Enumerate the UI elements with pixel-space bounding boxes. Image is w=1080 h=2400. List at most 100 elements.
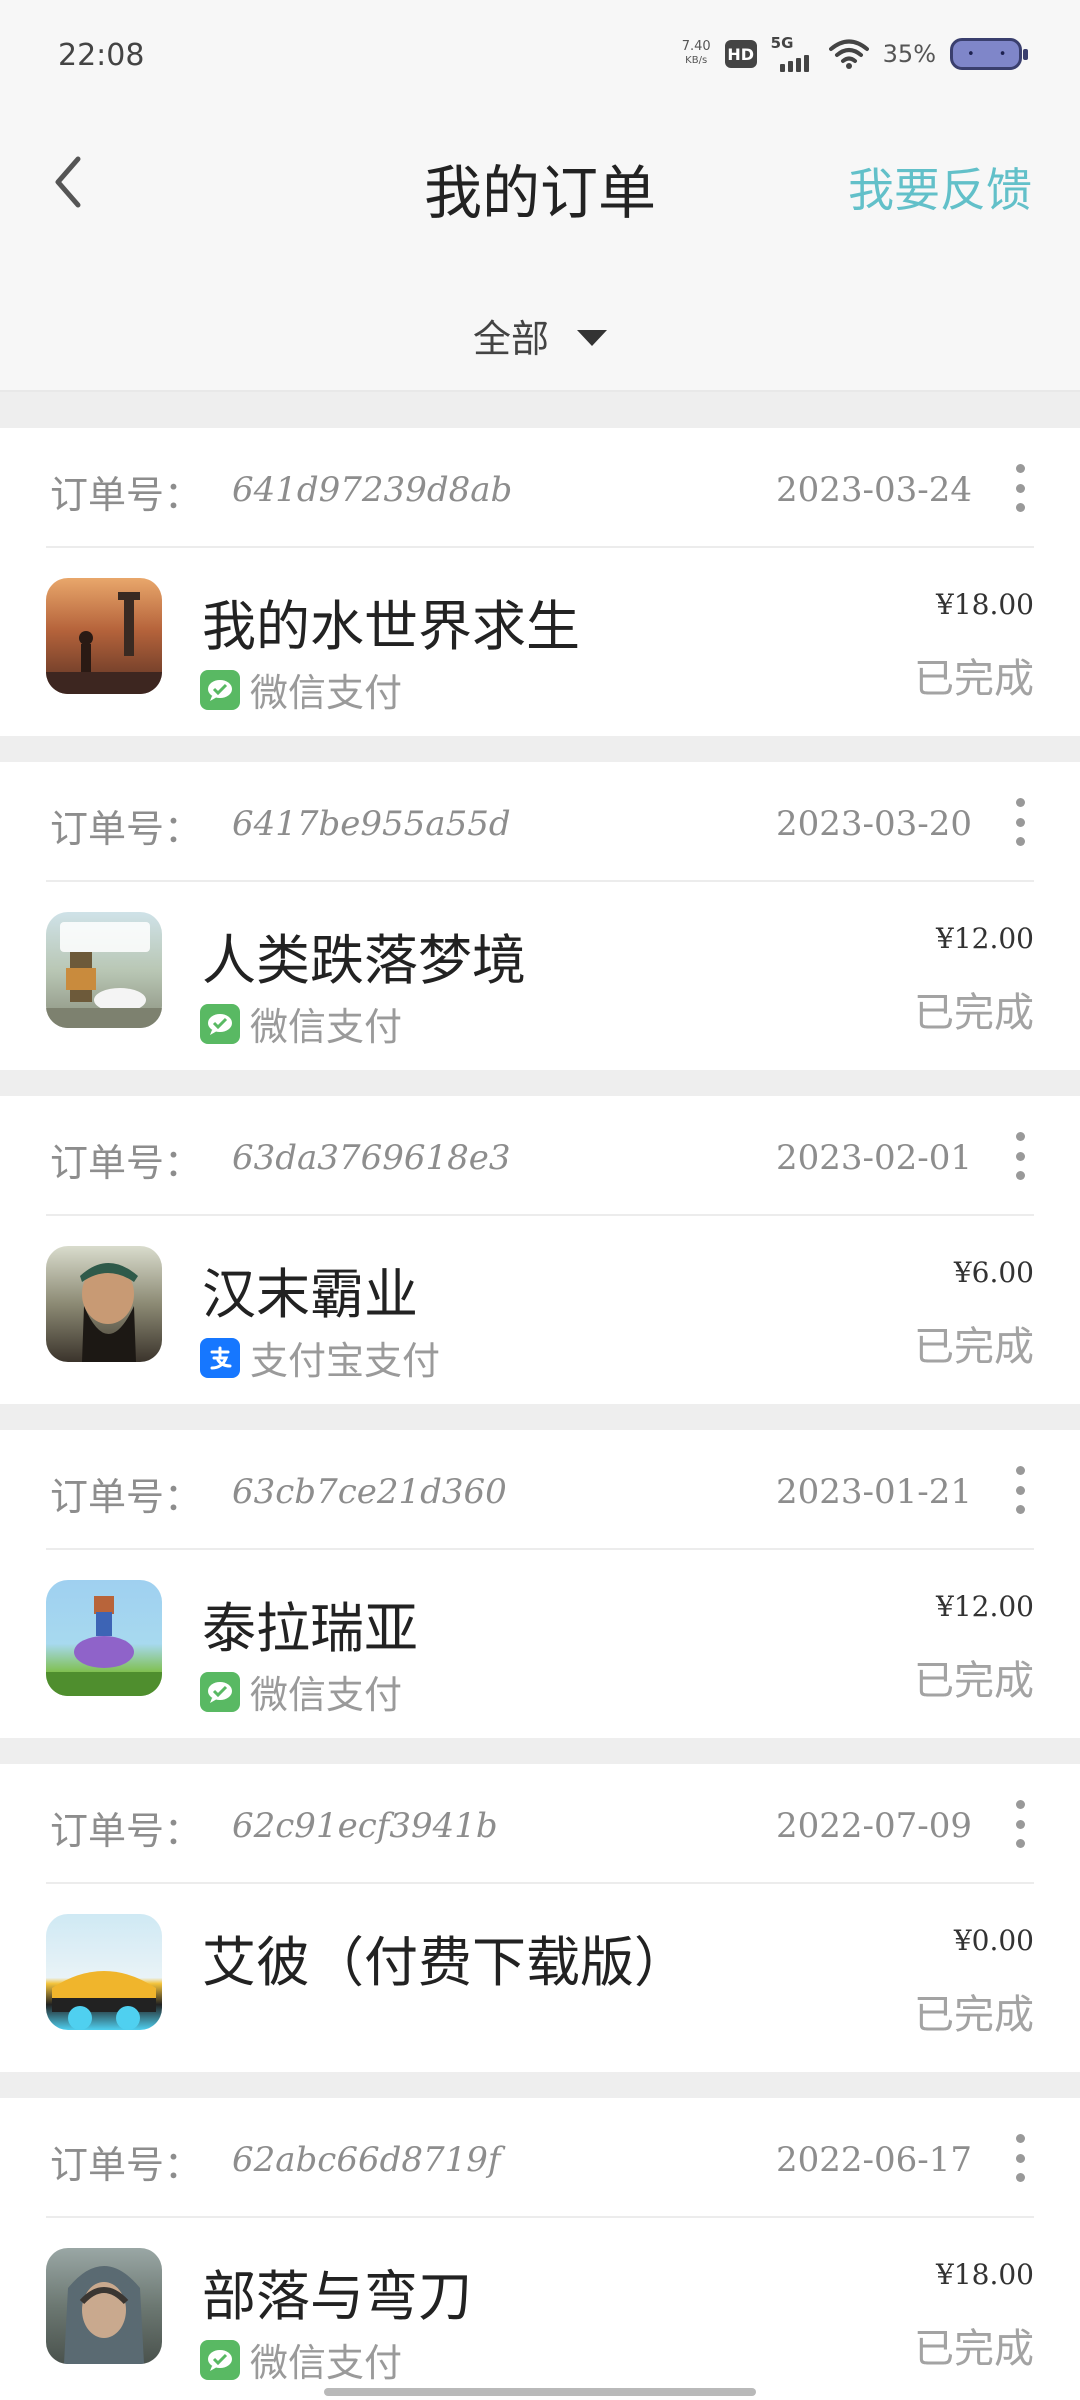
game-icon [46,2248,162,2364]
order-price: ¥18.00 [936,588,1034,621]
more-options-button[interactable] [1006,464,1034,512]
order-card-body: 部落与弯刀 微信支付 ¥18.00 已完成 [46,2218,1034,2400]
order-list: 订单号： 641d97239d8ab 2023-03-24 我的水世界求生 微信… [0,400,1080,2400]
order-number: 62abc66d8719f [232,2140,501,2180]
status-icons: 7.40 KB/s HD 5G 35% • • [682,34,1028,74]
battery-percent: 35% [882,40,936,68]
order-card[interactable]: 订单号： 6417be955a55d 2023-03-20 人类跌落梦境 微信支… [0,762,1080,1070]
home-indicator[interactable] [324,2388,756,2396]
network-type: 5G [770,34,794,52]
game-name: 我的水世界求生 [202,595,580,658]
order-status: 已完成 [914,656,1034,702]
order-price: ¥6.00 [953,1256,1034,1289]
order-price: ¥12.00 [936,1590,1034,1623]
payment-method-label: 微信支付 [250,2341,403,2385]
order-number-label: 订单号： [50,473,203,517]
game-icon [46,1246,162,1362]
game-icon [46,1914,162,2030]
order-price: ¥12.00 [936,922,1034,955]
more-options-button[interactable] [1006,2134,1034,2182]
order-filter-dropdown[interactable]: 全部 [0,280,1080,392]
payment-method-label: 支付宝支付 [250,1339,441,1383]
game-name: 部落与弯刀 [202,2265,472,2328]
order-card-body: 人类跌落梦境 微信支付 ¥12.00 已完成 [46,882,1034,1070]
wechat-pay-icon [200,1671,240,1712]
wechat-pay-icon [200,1003,240,1044]
header: 我的订单 我要反馈 [0,110,1080,280]
game-name: 汉末霸业 [202,1263,418,1326]
order-number-label: 订单号： [50,1475,203,1519]
game-name: 艾彼（付费下载版） [202,1931,688,1994]
battery-icon: • • [950,38,1028,70]
order-date: 2023-03-20 [775,804,972,844]
order-status: 已完成 [914,1324,1034,1370]
order-card-body: 汉末霸业 支付宝支付 ¥6.00 已完成 [46,1216,1034,1404]
game-icon [46,1580,162,1696]
payment-method: 微信支付 [200,996,402,1051]
order-card-header: 订单号： 62abc66d8719f 2022-06-17 [46,2098,1034,2218]
network-speed: 7.40 KB/s [682,40,711,68]
game-name: 人类跌落梦境 [202,929,526,992]
order-number-label: 订单号： [50,1141,203,1185]
more-options-button[interactable] [1006,1466,1034,1514]
filter-selected-label: 全部 [472,316,549,361]
signal-5g-icon: 5G [770,34,815,72]
payment-method-label: 微信支付 [250,1673,403,1717]
more-options-button[interactable] [1006,1800,1034,1848]
wechat-pay-icon [200,669,240,710]
alipay-icon [200,1337,240,1378]
order-number-label: 订单号： [50,807,203,851]
game-icon [46,912,162,1028]
order-card-body: 泰拉瑞亚 微信支付 ¥12.00 已完成 [46,1550,1034,1738]
order-status: 已完成 [914,990,1034,1036]
wifi-icon [828,39,869,69]
order-card-header: 订单号： 62c91ecf3941b 2022-07-09 [46,1764,1034,1884]
game-icon [46,578,162,694]
order-status: 已完成 [914,1992,1034,2038]
order-number: 63da3769618e3 [232,1138,511,1178]
feedback-button[interactable]: 我要反馈 [848,154,1032,220]
order-card[interactable]: 订单号： 62c91ecf3941b 2022-07-09 艾彼（付费下载版） … [0,1764,1080,2072]
order-price: ¥0.00 [953,1924,1034,1957]
order-card[interactable]: 订单号： 62abc66d8719f 2022-06-17 部落与弯刀 微信支付… [0,2098,1080,2400]
order-date: 2023-02-01 [775,1138,972,1178]
payment-method: 微信支付 [200,662,402,717]
order-card-body: 艾彼（付费下载版） ¥0.00 已完成 [46,1884,1034,2072]
network-speed-unit: KB/s [685,55,708,66]
order-price: ¥18.00 [936,2258,1034,2291]
order-card-header: 订单号： 641d97239d8ab 2023-03-24 [46,428,1034,548]
payment-method: 微信支付 [200,2332,402,2387]
order-card[interactable]: 订单号： 63cb7ce21d360 2023-01-21 泰拉瑞亚 微信支付 [0,1430,1080,1738]
order-card-header: 订单号： 6417be955a55d 2023-03-20 [46,762,1034,882]
wechat-pay-icon [200,2339,240,2380]
network-speed-value: 7.40 [681,39,711,54]
order-card-body: 我的水世界求生 微信支付 ¥18.00 已完成 [46,548,1034,736]
order-number: 62c91ecf3941b [232,1806,498,1846]
order-status: 已完成 [914,2326,1034,2372]
hd-badge: HD [724,40,757,68]
order-card[interactable]: 订单号： 641d97239d8ab 2023-03-24 我的水世界求生 微信… [0,428,1080,736]
order-number: 6417be955a55d [232,804,511,844]
game-name: 泰拉瑞亚 [202,1597,418,1660]
order-date: 2022-07-09 [775,1806,972,1846]
caret-down-icon [577,330,607,346]
status-time: 22:08 [58,38,145,73]
order-card-header: 订单号： 63da3769618e3 2023-02-01 [46,1096,1034,1216]
more-options-button[interactable] [1006,798,1034,846]
order-card[interactable]: 订单号： 63da3769618e3 2023-02-01 汉末霸业 支付宝支付… [0,1096,1080,1404]
order-date: 2023-03-24 [775,470,972,510]
payment-method-label: 微信支付 [250,671,403,715]
payment-method: 支付宝支付 [200,1330,440,1385]
order-number: 63cb7ce21d360 [232,1472,507,1512]
order-status: 已完成 [914,1658,1034,1704]
order-number-label: 订单号： [50,2143,203,2187]
payment-method-label: 微信支付 [250,1005,403,1049]
payment-method: 微信支付 [200,1664,402,1719]
order-card-header: 订单号： 63cb7ce21d360 2023-01-21 [46,1430,1034,1550]
order-number: 641d97239d8ab [232,470,513,510]
order-date: 2023-01-21 [775,1472,972,1512]
order-number-label: 订单号： [50,1809,203,1853]
order-date: 2022-06-17 [775,2140,972,2180]
more-options-button[interactable] [1006,1132,1034,1180]
status-bar: 22:08 7.40 KB/s HD 5G 35% • • [0,0,1080,110]
